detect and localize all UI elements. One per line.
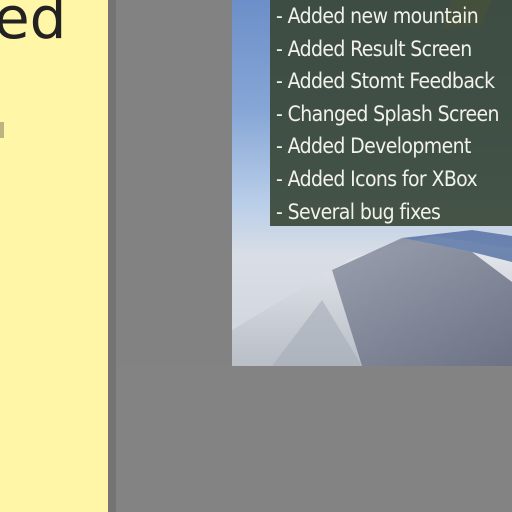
window-divider — [108, 0, 116, 512]
sticky-note-mark — [0, 122, 4, 138]
changelog-item: - Added Result Screen — [276, 36, 472, 61]
changelog-item: - Several bug fixes — [276, 199, 441, 224]
sticky-note[interactable]: ed — [0, 0, 110, 512]
game-screenshot: - Added new mountain - Added Result Scre… — [232, 0, 512, 366]
desktop-canvas: ed - Added new mountain - Added Result S… — [0, 0, 512, 512]
empty-background-area — [116, 366, 512, 512]
changelog-item: - Added new mountain — [276, 4, 479, 28]
changelog-panel: - Added new mountain - Added Result Scre… — [270, 0, 512, 226]
sticky-note-text: ed — [0, 0, 67, 52]
changelog-item: - Changed Splash Screen — [276, 101, 500, 126]
changelog-item: - Added Stomt Feedback — [276, 69, 495, 94]
changelog-item: - Added Icons for XBox — [276, 166, 478, 191]
changelog-item: - Added Development — [276, 134, 471, 159]
